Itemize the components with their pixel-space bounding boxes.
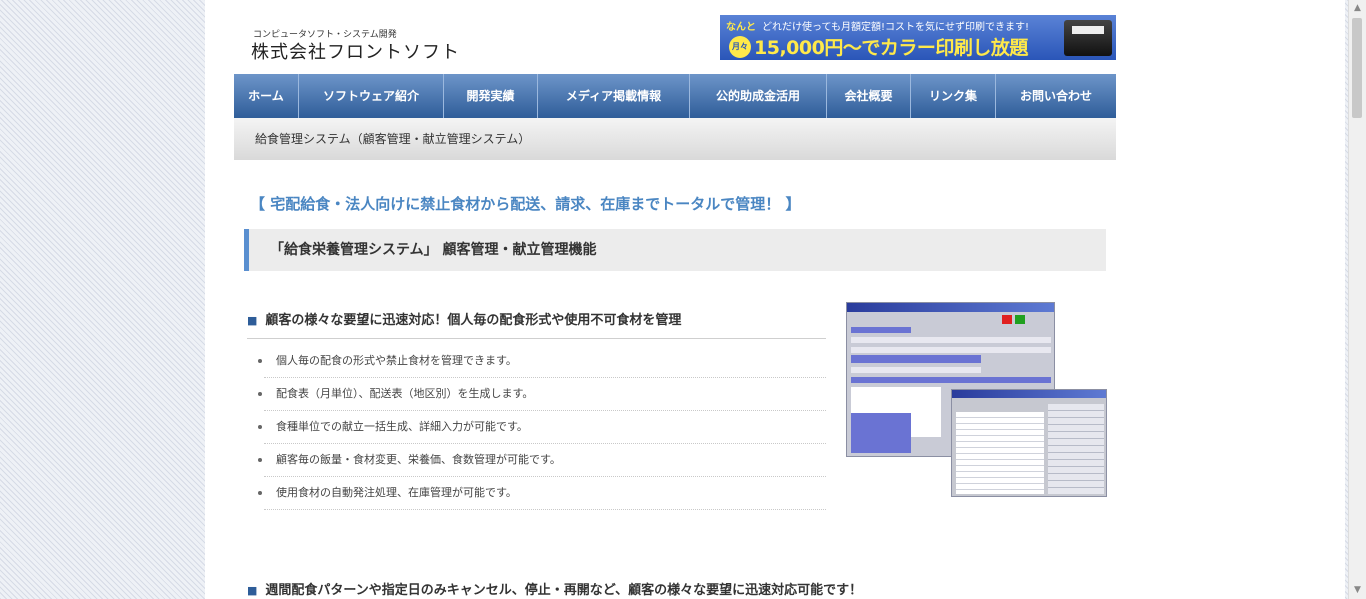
list-item: 食種単位での献立一括生成、詳細入力が可能です。	[258, 411, 826, 444]
nav-results[interactable]: 開発実績	[444, 74, 538, 118]
printer-image	[1064, 20, 1112, 56]
banner-top-line: なんと どれだけ使っても月額定額!コストを気にせず印刷できます!	[726, 18, 1029, 33]
list-item: 配食表（月単位）、配送表（地区別）を生成します。	[258, 378, 826, 411]
ad-banner[interactable]: なんと どれだけ使っても月額定額!コストを気にせず印刷できます! 月々 15,00…	[720, 15, 1116, 60]
lead-text: 【 宅配給食・法人向けに禁止食材から配送、請求、在庫までトータルで管理！ 】	[250, 195, 801, 213]
next-heading-text: 週間配食パターンや指定日のみキャンセル、停止・再開など、顧客の様々な要望に迅速対…	[265, 583, 863, 598]
screenshot-row	[851, 347, 1051, 353]
feature-heading: ■ 顧客の様々な要望に迅速対応！個人毎の配食形式や使用不可食材を管理	[247, 309, 826, 339]
screenshot-titlebar	[847, 303, 1054, 312]
screenshot-block	[1002, 315, 1012, 324]
square-bullet-icon: ■	[247, 584, 258, 597]
section-title: 「給食栄養管理システム」 顧客管理・献立管理機能	[244, 229, 1106, 271]
list-item: 個人毎の配食の形式や禁止食材を管理できます。	[258, 345, 826, 378]
next-heading: ■ 週間配食パターンや指定日のみキャンセル、停止・再開など、顧客の様々な要望に迅速…	[247, 579, 862, 598]
screenshot-grid	[956, 412, 1044, 494]
scroll-up-icon[interactable]: ▲	[1349, 0, 1366, 17]
screenshot-block	[1015, 315, 1025, 324]
list-item: 顧客毎の飯量・食材変更、栄養価、食数管理が可能です。	[258, 444, 826, 477]
banner-nanto: なんと	[726, 22, 756, 33]
global-nav: ホーム ソフトウェア紹介 開発実績 メディア掲載情報 公的助成金活用 会社概要 …	[234, 74, 1116, 118]
breadcrumb: 給食管理システム（顧客管理・献立管理システム）	[234, 118, 1116, 160]
nav-software[interactable]: ソフトウェア紹介	[299, 74, 444, 118]
screenshot-row	[851, 367, 981, 373]
screenshot-titlebar	[952, 390, 1106, 398]
screenshot-row	[851, 337, 1051, 343]
screenshot-block	[851, 327, 911, 333]
nav-contact[interactable]: お問い合わせ	[996, 74, 1116, 118]
banner-top-text: どれだけ使っても月額定額!コストを気にせず印刷できます!	[762, 22, 1030, 33]
nav-media[interactable]: メディア掲載情報	[538, 74, 690, 118]
screenshot-block	[851, 355, 981, 363]
square-bullet-icon: ■	[247, 314, 258, 327]
screenshot-block	[851, 377, 1051, 383]
scroll-down-icon[interactable]: ▼	[1349, 582, 1366, 599]
feature-list: 個人毎の配食の形式や禁止食材を管理できます。 配食表（月単位）、配送表（地区別）…	[252, 345, 826, 510]
scrollbar-thumb[interactable]	[1352, 18, 1362, 118]
feature-heading-text: 顧客の様々な要望に迅速対応！個人毎の配食形式や使用不可食材を管理	[265, 313, 682, 328]
nav-links[interactable]: リンク集	[911, 74, 996, 118]
nav-company[interactable]: 会社概要	[827, 74, 911, 118]
screenshot-block	[851, 413, 911, 453]
nav-home[interactable]: ホーム	[234, 74, 299, 118]
screenshot-menu-management	[951, 389, 1107, 497]
screenshot-side-panel	[1048, 404, 1104, 494]
company-logo[interactable]: 株式会社フロントソフト	[251, 38, 460, 64]
nav-subsidy[interactable]: 公的助成金活用	[690, 74, 827, 118]
banner-badge: 月々	[729, 36, 751, 58]
banner-main-text: 15,000円〜でカラー印刷し放題	[754, 37, 1028, 59]
page-scrollbar[interactable]: ▲ ▼	[1348, 0, 1366, 599]
page-container: コンピュータソフト・システム開発 株式会社フロントソフト なんと どれだけ使っても…	[205, 0, 1345, 599]
list-item: 使用食材の自動発注処理、在庫管理が可能です。	[258, 477, 826, 510]
